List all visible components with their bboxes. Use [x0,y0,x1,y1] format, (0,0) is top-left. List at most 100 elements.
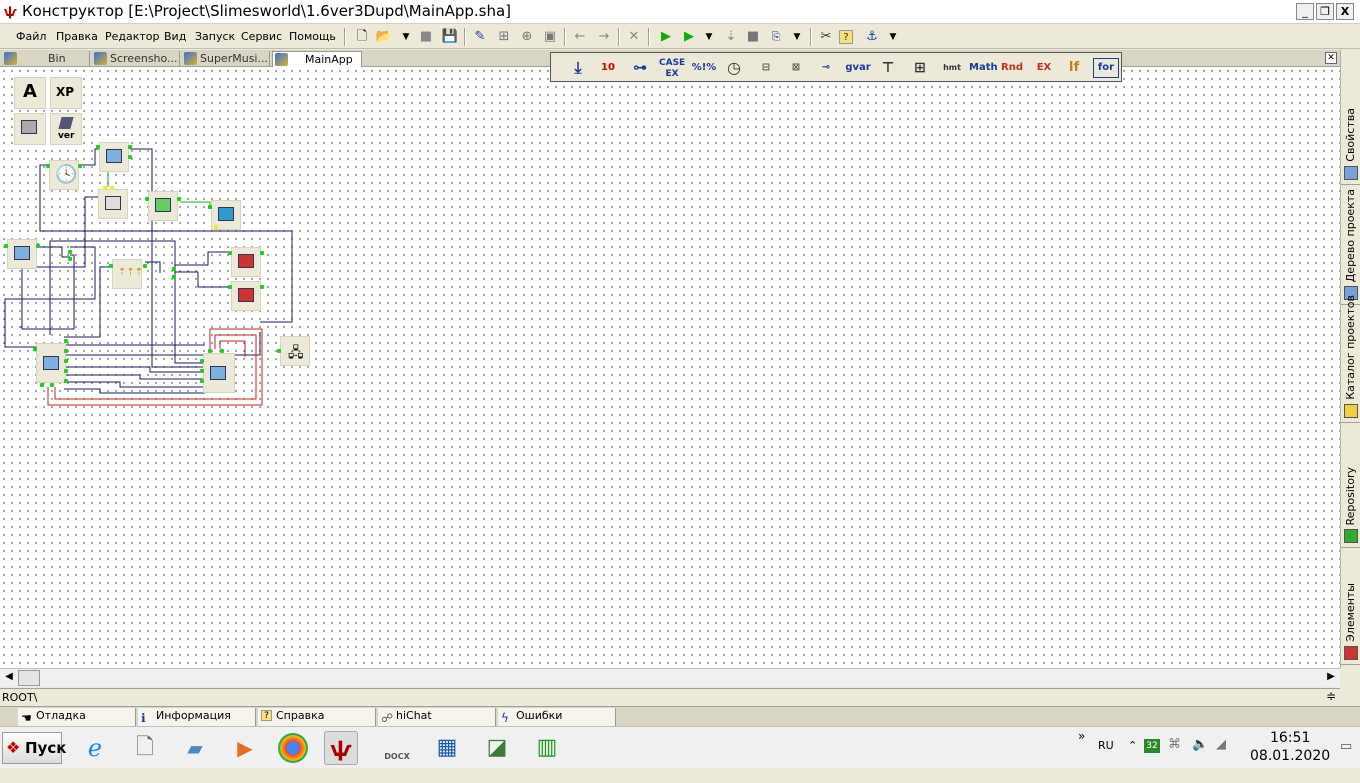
forward-arrow-icon[interactable]: → [594,27,614,47]
menu-service[interactable]: Сервис [241,30,282,43]
minimize-button[interactable]: _ [1296,3,1314,20]
counter-element[interactable]: 10 [595,56,621,80]
docx-icon[interactable]: DOCX [380,731,414,765]
run-icon[interactable]: ▶ [656,27,676,47]
xp-tool[interactable]: XP [50,77,82,109]
structure-icon[interactable]: ⊞ [907,56,933,80]
tab-screenshot[interactable]: Screensho... [92,51,180,67]
music-node-2[interactable] [231,281,261,311]
network-app-icon[interactable]: ▦ [430,731,464,765]
scroll-left-icon[interactable]: ◀ [2,671,16,685]
case-element[interactable]: CASE EX [659,56,685,80]
network-signal-icon[interactable]: ◢ [1216,737,1226,752]
hmt-element[interactable]: hmt [939,56,965,80]
open-folder-icon[interactable]: 📂 [374,27,394,47]
tab-repository[interactable]: Repository [1341,458,1360,548]
tab-info[interactable]: ℹ Информация [138,708,256,726]
close-tab-icon[interactable]: ✕ [1325,52,1337,64]
menu-file[interactable]: Файл [16,30,46,43]
menu-run[interactable]: Запуск [195,30,235,43]
anchor-icon[interactable]: ⚓ [862,27,882,47]
save-icon[interactable]: 💾 [440,27,460,47]
tray-expand-icon[interactable]: » [1078,729,1085,743]
menu-edit[interactable]: Правка [56,30,98,43]
timer-node[interactable]: 🕓 [49,160,79,190]
splitter-node[interactable]: ⇡⇡⇡ [112,259,143,289]
download-icon[interactable]: ⤓ [565,56,591,80]
tab-elements[interactable]: Элементы [1341,580,1360,665]
dropdown-icon[interactable]: ▼ [787,27,807,47]
close-button[interactable]: X [1336,3,1354,20]
back-arrow-icon[interactable]: ← [570,27,590,47]
delete-icon[interactable]: ✕ [624,27,644,47]
tree-node[interactable]: 🖧 [280,336,310,366]
help-icon[interactable]: ? [839,30,853,44]
control-panel-icon[interactable]: ◪ [480,731,514,765]
tab-help[interactable]: ? Справка [258,708,376,726]
tab-bin[interactable]: Bin [2,51,90,67]
step-icon[interactable]: ⇣ [721,27,741,47]
stop-icon[interactable]: ■ [416,27,436,47]
tray-arrow-icon[interactable]: ⌃ [1128,739,1137,752]
document-icon[interactable]: 🗋 [128,731,162,765]
edit-icon[interactable]: ✎ [470,27,490,47]
gvar-element[interactable]: gvar [845,56,871,80]
panel-node[interactable] [7,239,37,269]
tab-supermusic[interactable]: SuperMusi... [182,51,270,67]
chrome-icon[interactable] [278,733,308,763]
new-file-icon[interactable]: 🗋 [352,27,372,47]
clock-date[interactable]: 08.01.2020 [1250,748,1330,764]
stop-square-icon[interactable]: ■ [743,27,763,47]
tools-icon[interactable]: ✂ [816,27,836,47]
if-element[interactable]: If [1061,56,1087,80]
align-center-icon[interactable]: ⊕ [517,27,537,47]
main-form-node[interactable] [36,343,66,383]
constructor-app-icon[interactable]: ѱ [324,731,358,765]
menu-help[interactable]: Помощь [289,30,336,43]
scroll-thumb[interactable] [18,670,40,686]
notepad-icon[interactable]: ▰ [178,731,212,765]
rnd-element[interactable]: Rnd [999,56,1025,80]
music-node-1[interactable] [231,247,261,277]
child-form-node[interactable] [203,353,235,393]
switch-icon[interactable]: ⊠ [783,56,809,80]
memory-icon[interactable]: ▥ [530,731,564,765]
volume-icon[interactable]: 🔈 [1192,737,1208,752]
scroll-right-icon[interactable]: ▶ [1324,671,1338,685]
clock-time[interactable]: 16:51 [1270,730,1310,746]
for-element[interactable]: for [1093,58,1119,78]
tab-project-catalog[interactable]: Каталог проектов [1341,295,1360,423]
tray-badge[interactable]: 32 [1144,739,1160,753]
debug-run-icon[interactable]: ▶ [679,27,699,47]
align-icon[interactable]: ⊞ [494,27,514,47]
tray-app-icon[interactable]: ⌘ [1168,737,1181,752]
horizontal-scrollbar[interactable]: ◀ ▶ [0,668,1340,687]
tab-errors[interactable]: ϟ Ошибки [498,708,616,726]
compile-icon[interactable]: ⎘ [766,27,786,47]
timer-icon[interactable]: ◷ [721,56,747,80]
show-desktop-icon[interactable]: ▭ [1340,739,1352,754]
branch-icon[interactable]: ⊶ [627,56,653,80]
menu-view[interactable]: Вид [164,30,186,43]
start-button[interactable]: ❖ Пуск [2,732,66,764]
image-node[interactable] [148,191,178,221]
schematic-canvas[interactable]: A XP ver 🕓 ⇡⇡⇡ 🖧 [0,67,1340,668]
form-node[interactable] [99,142,129,172]
dropdown-icon[interactable]: ▼ [883,27,903,47]
language-indicator[interactable]: RU [1098,739,1114,752]
dropdown-icon[interactable]: ▼ [699,27,719,47]
tree-icon[interactable]: ⊤ [875,56,901,80]
media-player-icon[interactable]: ▶ [228,731,262,765]
text-tool[interactable]: A [14,77,46,109]
line-icon[interactable]: ⊸ [813,56,839,80]
format-element[interactable]: %!% [691,56,717,80]
tab-project-tree[interactable]: Дерево проекта [1341,189,1360,305]
dropdown-icon[interactable]: ▼ [396,27,416,47]
list-node[interactable] [98,189,128,219]
ver-tool[interactable]: ver [50,113,82,145]
restore-button[interactable]: ❐ [1316,3,1334,20]
resize-grip-icon[interactable]: ≑ [1326,689,1336,703]
tab-mainapp[interactable]: MainApp [272,51,362,67]
image-tool[interactable] [14,113,46,145]
tab-properties[interactable]: Свойства [1341,60,1360,185]
